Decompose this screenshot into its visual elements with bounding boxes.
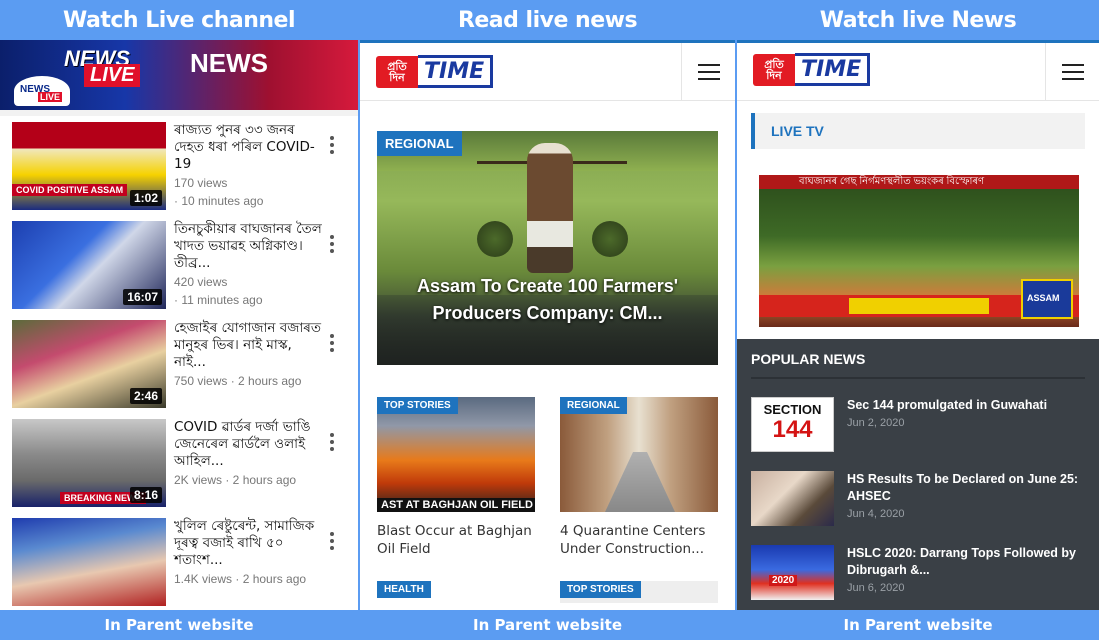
video-thumbnail-tag: COVID POSITIVE ASSAM: [12, 184, 128, 196]
popular-news-title[interactable]: HS Results To be Declared on June 25: AH…: [847, 471, 1091, 505]
site-logo-right: TIME: [795, 53, 871, 86]
story-image-caption: AST AT BAGHJAN OIL FIELD: [377, 498, 535, 512]
popular-news-thumbnail[interactable]: SECTION 144: [751, 397, 834, 452]
live-video-badge: ASSAM: [1021, 279, 1073, 319]
video-item[interactable]: খুলিল ৰেষ্টুৰেন্ট, সামাজিক দূৰত্ব বজাই ৰ…: [12, 518, 358, 610]
channel-banner: NEWS LIVE NEWS NEWS LIVE: [0, 40, 358, 110]
video-title[interactable]: COVID ৱাৰ্ডৰ দৰ্জা ভাঙি জেনেৰেল ৱাৰ্ডলৈ …: [174, 419, 326, 470]
featured-title[interactable]: Assam To Create 100 Farmers' Producers C…: [377, 273, 718, 327]
site-header: প্ৰতি দিন TIME: [737, 43, 1099, 101]
story-image[interactable]: TOP STORIES AST AT BAGHJAN OIL FIELD: [377, 397, 535, 512]
site-logo[interactable]: প্ৰতি দিন TIME: [753, 53, 871, 86]
live-video-player[interactable]: বাঘজানৰ গেছ নিৰ্গমণস্থলীত ভয়ংকৰ বিস্ফোৰ…: [759, 175, 1079, 327]
popular-news-thumbnail-line-1: SECTION: [763, 402, 822, 417]
popular-news-thumbnail[interactable]: [751, 471, 834, 526]
live-video-badge-text: ASSAM: [1027, 293, 1060, 303]
featured-category-badge[interactable]: REGIONAL: [377, 131, 462, 156]
featured-image-person: [527, 143, 573, 273]
more-options-icon[interactable]: [330, 235, 334, 253]
popular-news-date: Jun 6, 2020: [847, 582, 905, 594]
video-item[interactable]: 16:07 তিনচুকীয়াৰ বাঘজানৰ তৈল খাদত ভয়াৱ…: [12, 221, 358, 320]
channel-panel: NEWS LIVE NEWS NEWS LIVE COVID POSITIVE …: [0, 40, 358, 610]
video-title[interactable]: হেজাইৰ যোগাজান বজাৰত মানুহৰ ভিৰ। নাই মাস…: [174, 320, 326, 371]
story-card[interactable]: HEALTH: [377, 581, 535, 603]
video-title[interactable]: খুলিল ৰেষ্টুৰেন্ট, সামাজিক দূৰত্ব বজাই ৰ…: [174, 518, 326, 569]
footer-label-middle: In Parent website: [472, 616, 623, 634]
popular-news-heading: POPULAR NEWS: [751, 351, 866, 367]
video-views: 2K views · 2 hours ago: [174, 473, 297, 487]
story-card[interactable]: TOP STORIES: [560, 581, 718, 603]
promo-screenshot: Watch Live channel Read live news Watch …: [0, 0, 1099, 640]
channel-logo-word-2: LIVE: [38, 92, 63, 102]
popular-news-date: Jun 4, 2020: [847, 508, 905, 520]
popular-news-thumbnail-line-2: 144: [772, 416, 813, 443]
more-options-icon[interactable]: [330, 433, 334, 451]
banner-watch-live-channel: Watch Live channel: [62, 7, 296, 33]
video-views: 1.4K views · 2 hours ago: [174, 572, 307, 586]
video-item[interactable]: BREAKING NEWS 8:16 COVID ৱাৰ্ডৰ দৰ্জা ভা…: [12, 419, 358, 518]
story-title[interactable]: Blast Occur at Baghjan Oil Field: [377, 522, 535, 558]
video-duration: 2:46: [129, 388, 162, 404]
popular-news-title[interactable]: Sec 144 promulgated in Guwahati: [847, 397, 1091, 414]
video-thumbnail[interactable]: 2:46: [12, 320, 166, 408]
video-age: · 10 minutes ago: [174, 194, 264, 208]
video-item[interactable]: COVID POSITIVE ASSAM 1:02 ৰাজ্যত পুনৰ ৩৩…: [12, 122, 358, 221]
story-category-badge[interactable]: TOP STORIES: [377, 397, 458, 414]
more-options-icon[interactable]: [330, 532, 334, 550]
hamburger-menu-icon[interactable]: [681, 43, 735, 101]
video-list: COVID POSITIVE ASSAM 1:02 ৰাজ্যত পুনৰ ৩৩…: [0, 116, 358, 610]
more-options-icon[interactable]: [330, 334, 334, 352]
live-tv-heading: LIVE TV: [751, 113, 1085, 149]
story-category-badge[interactable]: TOP STORIES: [560, 581, 641, 598]
news-site-panel: প্ৰতি দিন TIME REGIONAL Assam To Create …: [360, 40, 735, 610]
popular-news-thumbnail[interactable]: 2020: [751, 545, 834, 600]
banner-watch-live-news: Watch live News: [819, 7, 1017, 33]
popular-news-section: POPULAR NEWS SECTION 144 Sec 144 promulg…: [737, 339, 1099, 610]
story-title[interactable]: 4 Quarantine Centers Under Construction.…: [560, 522, 718, 558]
video-title[interactable]: ৰাজ্যত পুনৰ ৩৩ জনৰ দেহত ধৰা পৰিল COVID-1…: [174, 122, 326, 173]
channel-logo[interactable]: NEWS LIVE: [14, 76, 70, 106]
story-category-badge[interactable]: HEALTH: [377, 581, 431, 598]
popular-news-item[interactable]: HS Results To be Declared on June 25: AH…: [751, 471, 1091, 531]
story-card[interactable]: TOP STORIES AST AT BAGHJAN OIL FIELD Bla…: [377, 397, 535, 558]
video-duration: 1:02: [129, 190, 162, 206]
footer-label-left: In Parent website: [104, 616, 254, 634]
popular-news-item[interactable]: SECTION 144 Sec 144 promulgated in Guwah…: [751, 397, 1091, 457]
video-thumbnail[interactable]: BREAKING NEWS 8:16: [12, 419, 166, 507]
video-duration: 8:16: [129, 487, 162, 503]
site-header: প্ৰতি দিন TIME: [360, 43, 735, 101]
hamburger-menu-icon[interactable]: [1045, 43, 1099, 101]
popular-news-thumbnail-text: 2020: [769, 575, 798, 586]
site-logo-left: প্ৰতি দিন: [753, 53, 795, 86]
video-item[interactable]: 2:46 হেজাইৰ যোগাজান বজাৰত মানুহৰ ভিৰ। না…: [12, 320, 358, 419]
video-views: 170 views: [174, 176, 228, 190]
video-age: · 11 minutes ago: [174, 293, 263, 307]
live-video-ticker: বাঘজানৰ গেছ নিৰ্গমণস্থলীত ভয়ংকৰ বিস্ফোৰ…: [759, 175, 1079, 189]
video-views: 750 views · 2 hours ago: [174, 374, 302, 388]
site-logo-right: TIME: [418, 55, 494, 88]
video-views: 420 views: [174, 275, 228, 289]
site-logo-left: প্ৰতি দিন: [376, 55, 418, 88]
more-options-icon[interactable]: [330, 136, 334, 154]
banner-read-live-news: Read live news: [457, 7, 638, 33]
video-thumbnail[interactable]: COVID POSITIVE ASSAM 1:02: [12, 122, 166, 210]
site-logo[interactable]: প্ৰতি দিন TIME: [376, 55, 494, 88]
video-thumbnail[interactable]: 16:07: [12, 221, 166, 309]
channel-banner-live-text: LIVE: [84, 64, 141, 87]
video-thumbnail[interactable]: [12, 518, 166, 606]
live-tv-panel: প্ৰতি দিন TIME LIVE TV বাঘজানৰ গেছ নিৰ্গ…: [737, 40, 1099, 610]
featured-story[interactable]: REGIONAL Assam To Create 100 Farmers' Pr…: [377, 131, 718, 365]
story-image[interactable]: REGIONAL: [560, 397, 718, 512]
video-title[interactable]: তিনচুকীয়াৰ বাঘজানৰ তৈল খাদত ভয়াৱহ অগ্ন…: [174, 221, 326, 272]
popular-news-date: Jun 2, 2020: [847, 417, 905, 429]
video-duration: 16:07: [123, 289, 162, 305]
popular-news-item[interactable]: 2020 HSLC 2020: Darrang Tops Followed by…: [751, 545, 1091, 605]
story-card[interactable]: REGIONAL 4 Quarantine Centers Under Cons…: [560, 397, 718, 558]
footer-label-right: In Parent website: [843, 616, 993, 634]
story-category-badge[interactable]: REGIONAL: [560, 397, 627, 414]
channel-banner-news-text-2: NEWS: [190, 48, 268, 78]
popular-news-title[interactable]: HSLC 2020: Darrang Tops Followed by Dibr…: [847, 545, 1091, 579]
